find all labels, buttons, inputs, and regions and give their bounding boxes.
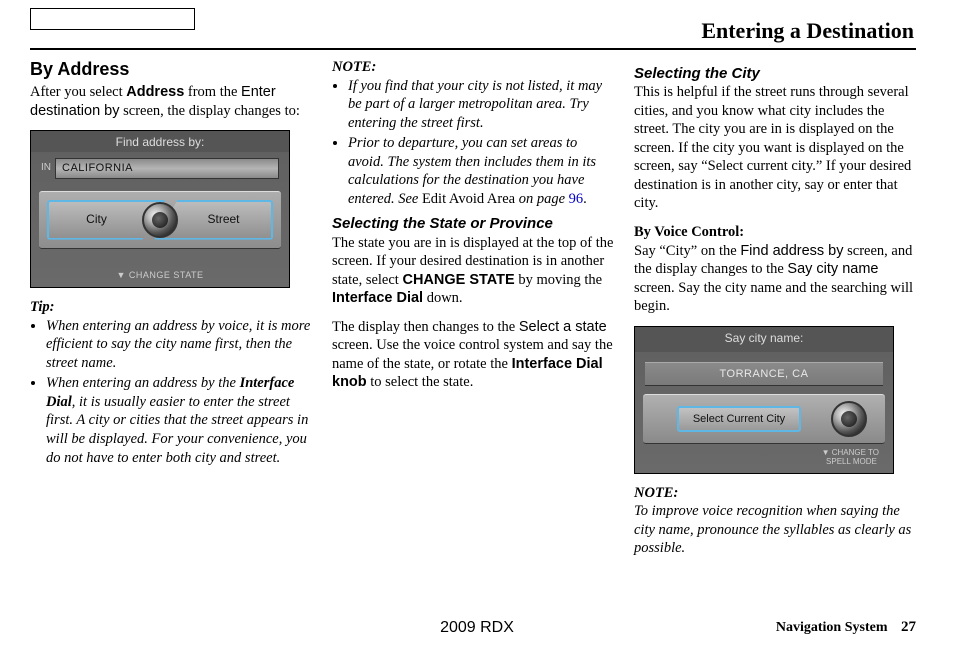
heading-by-address: By Address — [30, 58, 312, 81]
text: down. — [423, 290, 462, 306]
in-label: IN — [41, 162, 51, 175]
interface-dial-icon[interactable] — [831, 401, 867, 437]
screen1-button-panel: City Street — [39, 191, 281, 249]
tip-item-2: When entering an address by the Interfac… — [46, 374, 312, 467]
footer-model: 2009 RDX — [440, 619, 514, 637]
column-1: By Address After you select Address from… — [30, 58, 312, 558]
text: , it is usually easier to enter the stre… — [46, 394, 308, 466]
footer: 2009 RDX Navigation System 27 — [0, 619, 954, 636]
select-current-city-button[interactable]: Select Current City — [677, 406, 801, 432]
text: to select the state. — [367, 374, 474, 390]
text: from the — [184, 84, 241, 100]
blank-top-box — [30, 8, 195, 30]
label-say-city-name: Say city name — [787, 261, 878, 277]
label-change-state: CHANGE STATE — [402, 272, 514, 288]
footer-navsys: Navigation System — [776, 620, 888, 635]
city-paragraph-1: This is helpful if the street runs throu… — [634, 83, 916, 213]
interface-dial-icon[interactable] — [142, 202, 178, 238]
column-3: Selecting the City This is helpful if th… — [634, 58, 916, 558]
city-display: TORRANCE, CA — [645, 362, 883, 386]
state-paragraph-2: The display then changes to the Select a… — [332, 318, 614, 392]
text: on page — [515, 191, 569, 207]
screen2-panel: Select Current City — [643, 394, 885, 444]
note-item-1: If you find that your city is not listed… — [348, 77, 614, 133]
screenshot-say-city: Say city name: TORRANCE, CA Select Curre… — [634, 326, 894, 474]
change-spell-mode[interactable]: ▼ CHANGE TO SPELL MODE — [822, 449, 879, 467]
subheading-city: Selecting the City — [634, 64, 916, 83]
subheading-state: Selecting the State or Province — [332, 214, 614, 233]
label-address: Address — [126, 84, 184, 100]
header-rule — [30, 48, 916, 50]
footer-right: Navigation System 27 — [776, 619, 916, 636]
label-interface-dial: Interface Dial — [332, 290, 423, 306]
footer-page-number: 27 — [901, 619, 916, 635]
tip-label: Tip: — [30, 298, 312, 317]
text: After you select — [30, 84, 126, 100]
change-state-label[interactable]: ▼ CHANGE STATE — [31, 270, 289, 282]
label-find-address-by: Find address by — [740, 243, 843, 259]
tip-item-1: When entering an address by voice, it is… — [46, 317, 312, 373]
text: . — [583, 191, 587, 207]
text: screen, the display changes to: — [119, 103, 299, 119]
note-label-2: NOTE: — [634, 484, 916, 503]
text: The display then changes to the — [332, 319, 519, 335]
note-item-2: Prior to departure, you can set areas to… — [348, 134, 614, 208]
dial-wrap — [831, 401, 867, 437]
tip-list: When entering an address by voice, it is… — [30, 317, 312, 467]
note-paragraph: To improve voice recognition when saying… — [634, 502, 916, 558]
screen1-title: Find address by: — [31, 131, 289, 152]
text: When entering an address by the — [46, 375, 240, 391]
label-edit-avoid: Edit Avoid Area — [422, 191, 515, 207]
state-paragraph-1: The state you are in is displayed at the… — [332, 234, 614, 308]
label-select-state: Select a state — [519, 319, 607, 335]
intro-paragraph: After you select Address from the Enter … — [30, 83, 312, 120]
note-list: If you find that your city is not listed… — [332, 77, 614, 209]
text: screen. Say the city name and the search… — [634, 280, 913, 315]
text: Say “City” on the — [634, 243, 740, 259]
page-link-96[interactable]: 96 — [569, 191, 584, 207]
note-label: NOTE: — [332, 58, 614, 77]
voice-control-label: By Voice Control: — [634, 223, 916, 242]
column-2: NOTE: If you find that your city is not … — [332, 58, 614, 558]
text: by moving the — [515, 272, 602, 288]
state-field[interactable]: CALIFORNIA — [55, 158, 279, 178]
screen2-title: Say city name: — [635, 327, 893, 352]
screenshot-find-address: Find address by: IN CALIFORNIA City Stre… — [30, 130, 290, 288]
city-paragraph-2: Say “City” on the Find address by screen… — [634, 242, 916, 316]
